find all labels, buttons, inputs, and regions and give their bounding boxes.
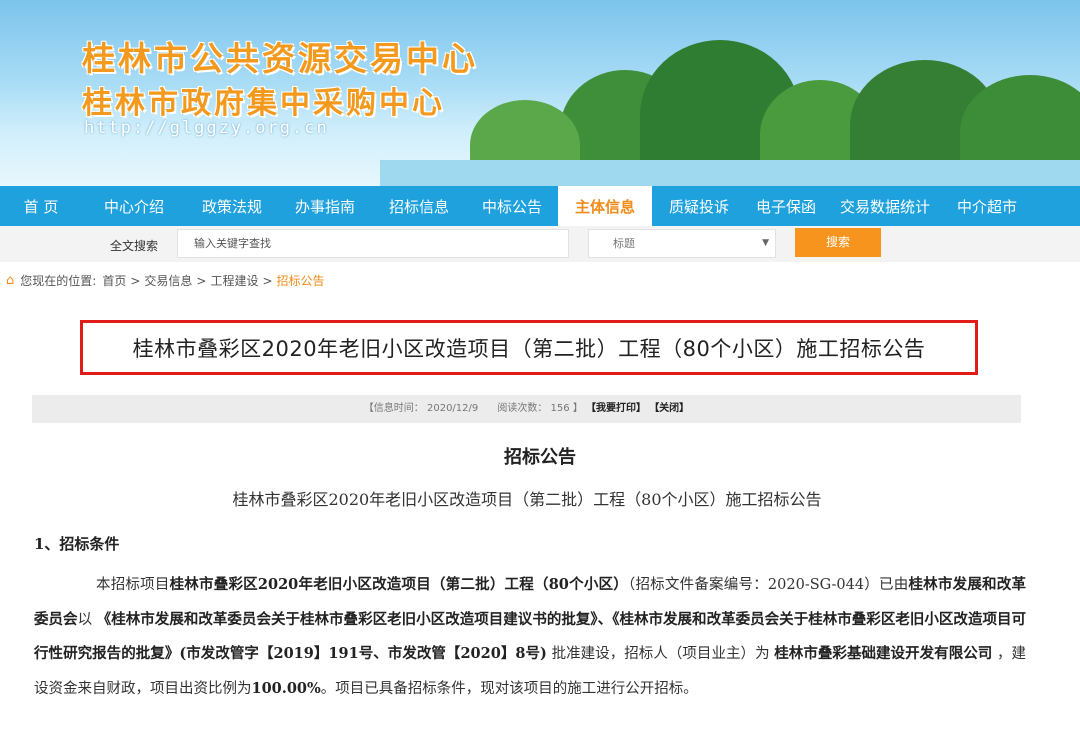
breadcrumb-separator: >	[196, 273, 207, 288]
section-heading: 1、招标条件	[34, 535, 120, 553]
nav-item-agency-market[interactable]: 中介超市	[944, 186, 1030, 226]
nav-item-award[interactable]: 中标公告	[466, 186, 558, 226]
para-text: 以	[77, 611, 97, 628]
para-text: 。项目已具备招标条件，现对该项目的施工进行公开招标。	[320, 680, 698, 697]
content-subheading: 桂林市叠彩区2020年老旧小区改造项目（第二批）工程（80个小区）施工招标公告	[232, 490, 822, 509]
para-text: （招标文件备案编号：2020-SG-044）已由	[627, 577, 909, 593]
info-close-bracket: 】	[572, 403, 583, 414]
breadcrumb: ⌂ 您现在的位置: 首页 > 交易信息 > 工程建设 > 招标公告	[6, 272, 325, 289]
info-bar: 【信息时间： 2020/12/9 阅读次数： 156 】 【我要打印】 【关闭】	[32, 395, 1021, 423]
funding-ratio: 100.00%	[251, 679, 321, 697]
notice-title: 桂林市叠彩区2020年老旧小区改造项目（第二批）工程（80个小区）施工招标公告	[132, 336, 926, 361]
home-icon: ⌂	[6, 273, 15, 288]
search-field-select[interactable]: 标题 ▼	[588, 229, 776, 258]
para-text: 本招标项目	[96, 577, 170, 593]
site-title: 桂林市公共资源交易中心	[82, 39, 478, 78]
info-time: 2020/12/9	[426, 403, 479, 414]
main-nav: 首 页 中心介绍 政策法规 办事指南 招标信息 中标公告 主体信息 质疑投诉 电…	[0, 186, 1080, 226]
notice-title-box: 桂林市叠彩区2020年老旧小区改造项目（第二批）工程（80个小区）施工招标公告	[80, 320, 978, 375]
site-url: http://glggzy.org.cn	[84, 118, 329, 138]
nav-item-guide[interactable]: 办事指南	[278, 186, 372, 226]
breadcrumb-prefix: 您现在的位置:	[20, 274, 97, 288]
para-text: 批准建设，招标人（项目业主）为	[546, 646, 775, 662]
header-banner: 桂林市公共资源交易中心 桂林市政府集中采购中心 http://glggzy.or…	[0, 0, 1080, 186]
chevron-down-icon: ▼	[762, 238, 769, 248]
search-select-value: 标题	[613, 237, 635, 250]
search-bar: 全文搜索 输入关键字查找 标题 ▼ 搜索	[0, 226, 1080, 262]
search-input[interactable]: 输入关键字查找	[177, 229, 569, 258]
nav-item-complaint[interactable]: 质疑投诉	[652, 186, 746, 226]
search-button[interactable]: 搜索	[795, 228, 881, 257]
print-link[interactable]: 【我要打印】	[586, 403, 646, 414]
breadcrumb-link-home[interactable]: 首页	[102, 272, 126, 289]
nav-item-policy[interactable]: 政策法规	[186, 186, 278, 226]
read-count: 156	[550, 403, 570, 414]
nav-item-statistics[interactable]: 交易数据统计	[826, 186, 944, 226]
breadcrumb-link-construction[interactable]: 工程建设	[210, 272, 258, 289]
read-count-label: 阅读次数：	[497, 403, 548, 414]
search-label: 全文搜索	[110, 239, 159, 253]
breadcrumb-separator: >	[130, 273, 141, 288]
info-time-label: 【信息时间：	[363, 403, 424, 414]
breadcrumb-current[interactable]: 招标公告	[277, 272, 325, 289]
breadcrumb-link-trade-info[interactable]: 交易信息	[144, 272, 192, 289]
project-name: 桂林市叠彩区2020年老旧小区改造项目（第二批）工程（80个小区）	[169, 576, 628, 593]
content-heading: 招标公告	[504, 447, 576, 468]
nav-item-tender-info[interactable]: 招标信息	[372, 186, 466, 226]
breadcrumb-separator: >	[262, 273, 273, 288]
section-paragraph: 本招标项目桂林市叠彩区2020年老旧小区改造项目（第二批）工程（80个小区）（招…	[34, 568, 1026, 706]
nav-item-home[interactable]: 首 页	[0, 186, 82, 226]
banner-river	[380, 160, 1080, 186]
nav-item-about[interactable]: 中心介绍	[82, 186, 186, 226]
nav-item-e-guarantee[interactable]: 电子保函	[746, 186, 826, 226]
site-subtitle: 桂林市政府集中采购中心	[82, 86, 445, 121]
close-link[interactable]: 【关闭】	[649, 403, 689, 414]
tenderer-name: 桂林市叠彩基础建设开发有限公司	[774, 645, 993, 662]
nav-item-entity-info[interactable]: 主体信息	[558, 186, 652, 226]
